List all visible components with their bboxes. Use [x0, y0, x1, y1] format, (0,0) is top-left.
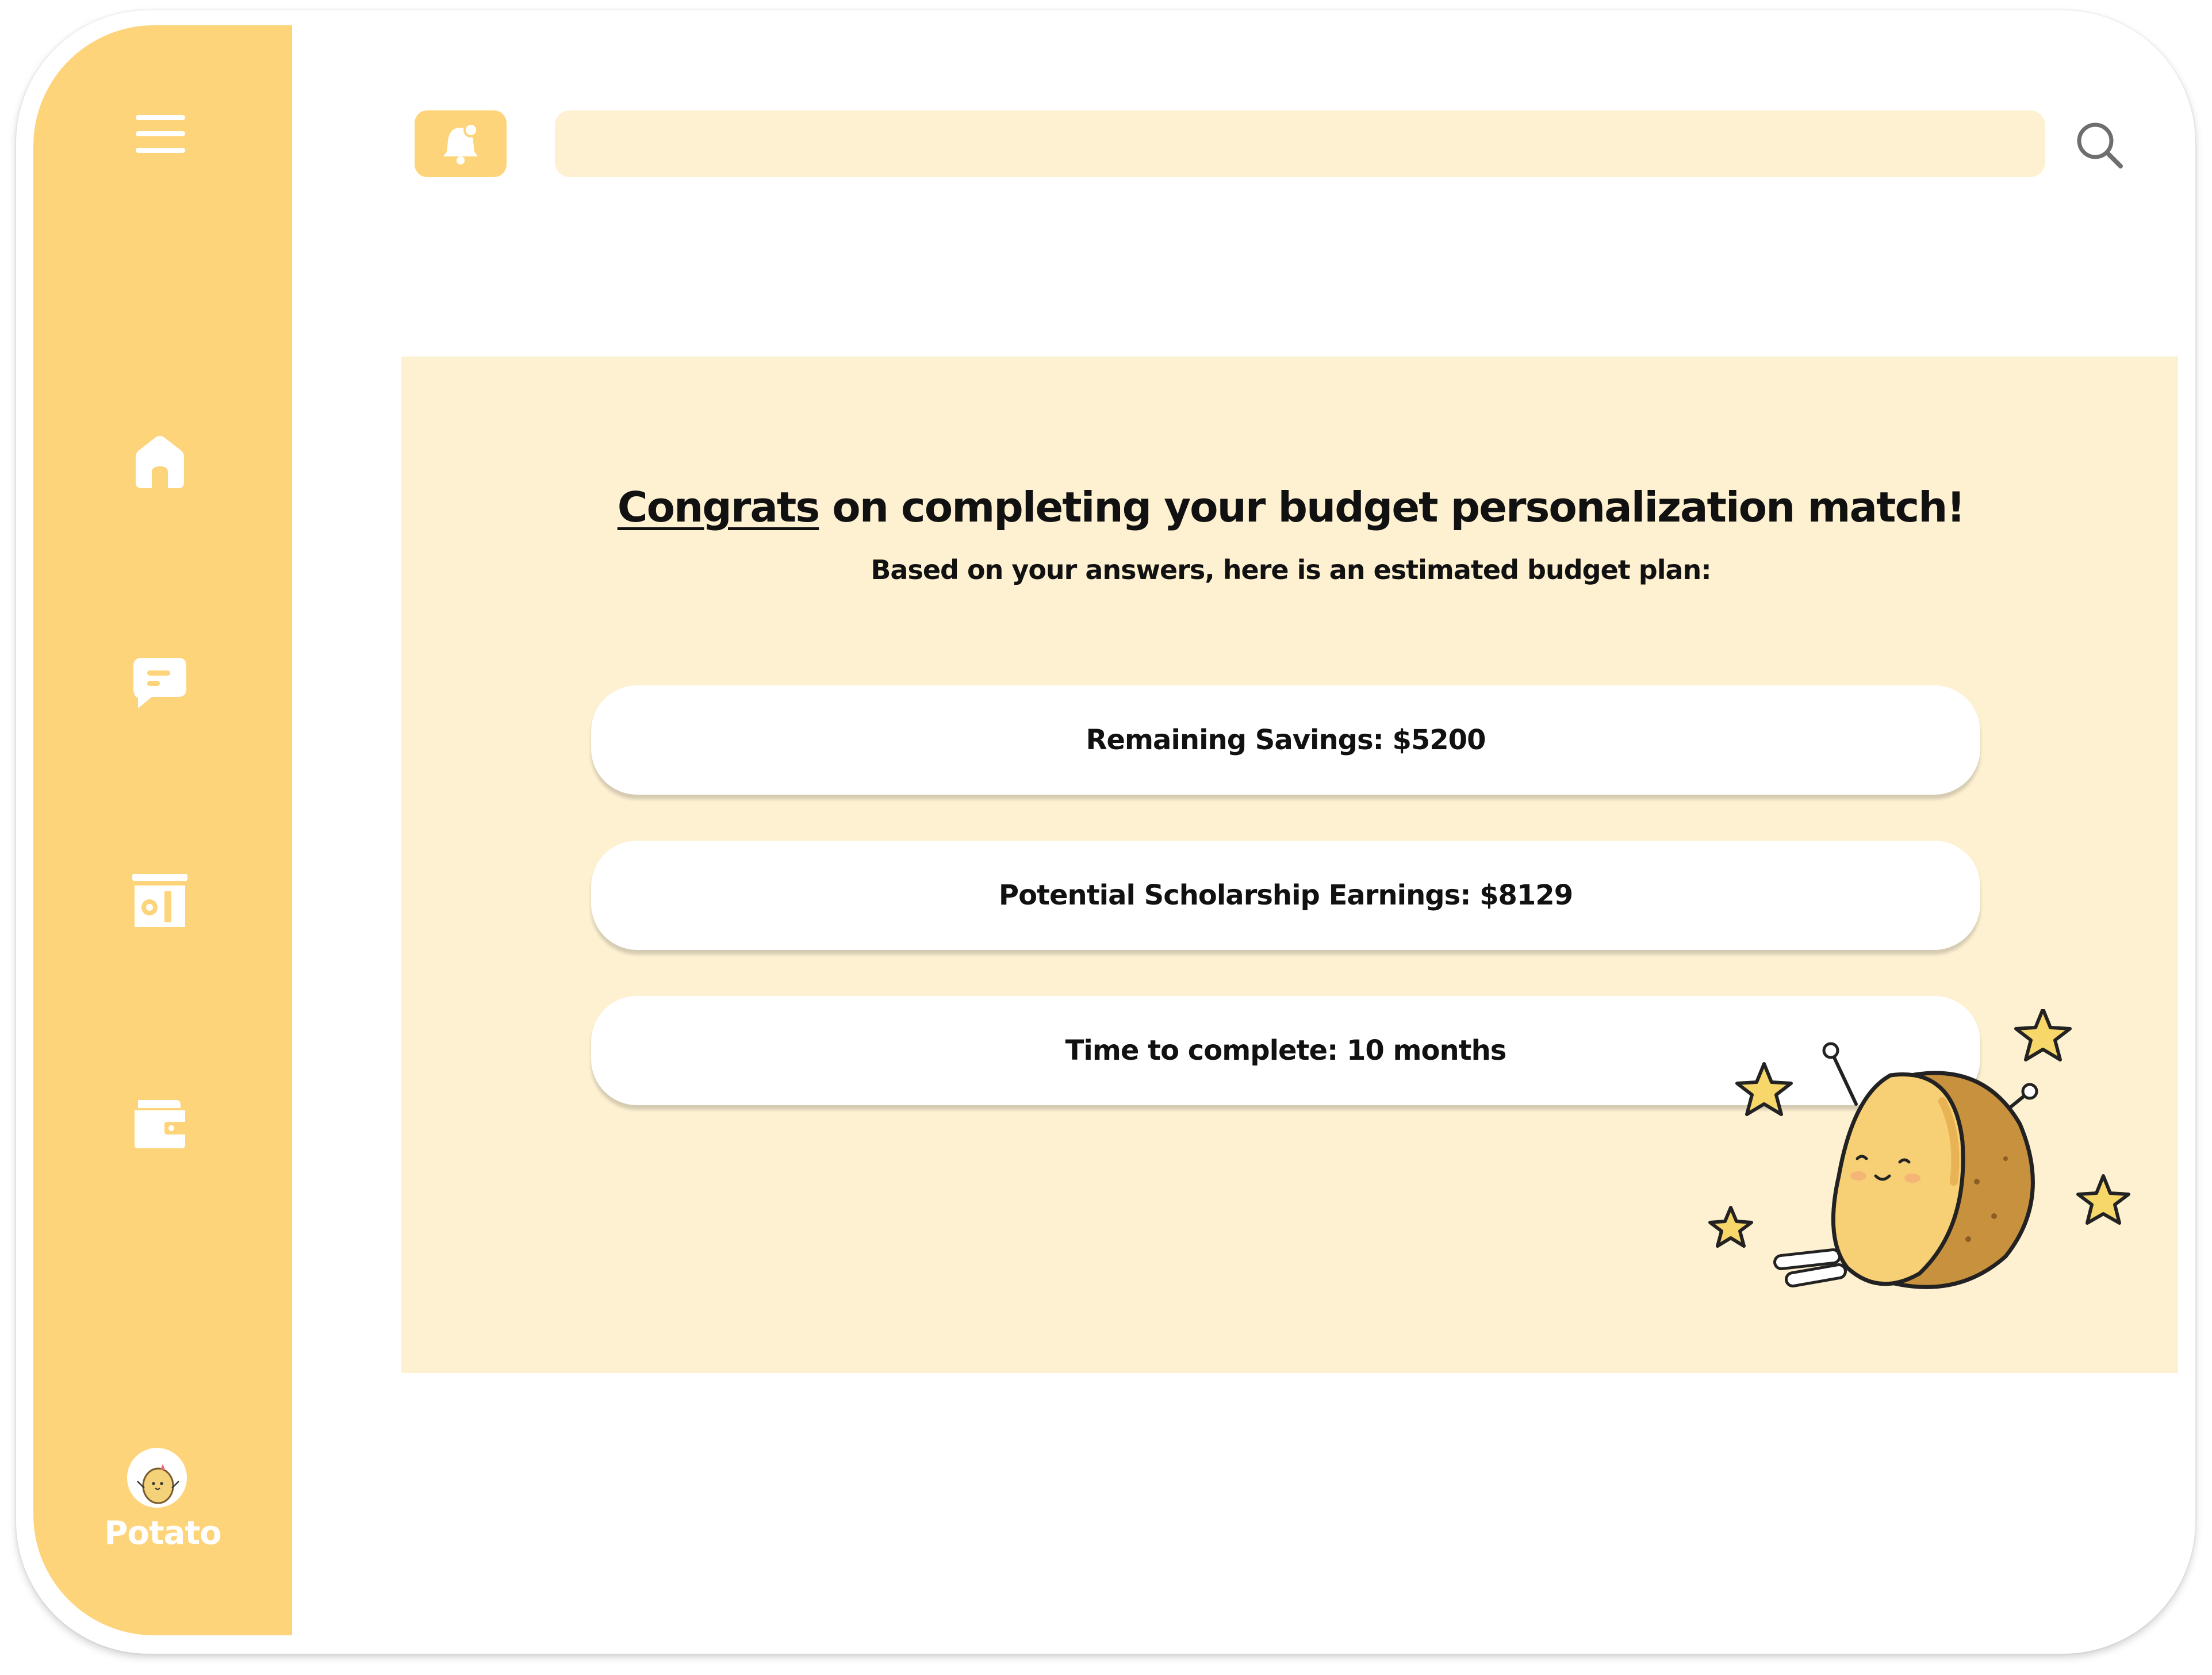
user-avatar[interactable]: [127, 1448, 187, 1508]
results-panel: Congrats on completing your budget perso…: [401, 357, 2178, 1373]
result-card-scholarship: Potential Scholarship Earnings: $8129: [591, 841, 1980, 950]
star-icon: [2014, 1009, 2072, 1061]
budget-icon[interactable]: [130, 871, 190, 930]
page-subtitle: Based on your answers, here is an estima…: [871, 554, 1711, 585]
star-icon: [1735, 1062, 1793, 1116]
wallet-icon[interactable]: [130, 1092, 190, 1152]
star-icon: [1708, 1206, 1753, 1248]
device-frame: Potato Congrats on completing your budge…: [16, 10, 2195, 1654]
app-screen: Potato Congrats on completing your budge…: [33, 25, 2178, 1635]
notification-button[interactable]: [415, 110, 507, 177]
chat-icon[interactable]: [130, 652, 190, 712]
potato-mascot-illustration: [1708, 1009, 2130, 1289]
search-icon[interactable]: [2073, 119, 2125, 171]
headline-text: on completing your budget personalizatio…: [819, 483, 1965, 531]
bell-icon: [443, 122, 478, 164]
congrats-highlight: Congrats: [617, 483, 820, 531]
potato-avatar-icon: [127, 1448, 187, 1508]
star-icon: [2076, 1174, 2130, 1225]
search-input[interactable]: [555, 110, 2045, 177]
sidebar: Potato: [33, 25, 292, 1635]
username-label: Potato: [104, 1515, 221, 1552]
hamburger-menu-icon[interactable]: [136, 115, 185, 153]
result-card-savings: Remaining Savings: $5200: [591, 685, 1980, 795]
home-icon[interactable]: [130, 431, 190, 490]
page-title: Congrats on completing your budget perso…: [401, 483, 2178, 531]
